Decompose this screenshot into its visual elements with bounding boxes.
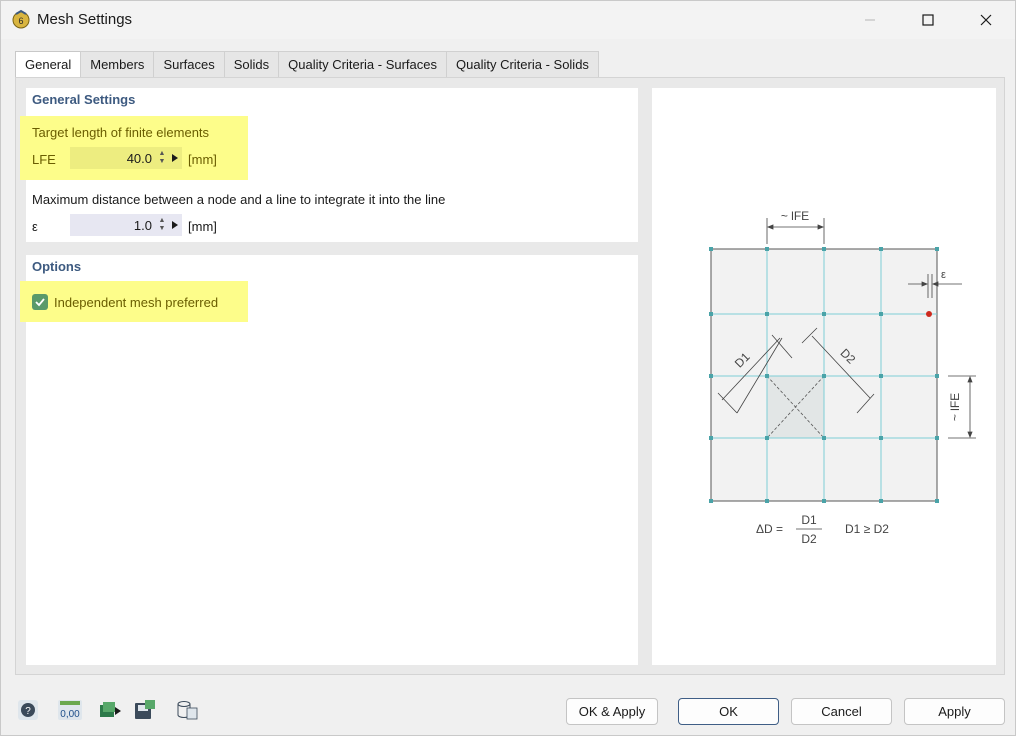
options-title: Options: [32, 259, 82, 274]
maximize-button[interactable]: [905, 1, 951, 39]
formula-numerator: D1: [801, 513, 817, 527]
save-button[interactable]: [131, 697, 159, 723]
help-button[interactable]: ?: [14, 697, 42, 723]
tab-solids[interactable]: Solids: [223, 51, 280, 77]
epsilon-spinner[interactable]: ▲ ▼: [156, 214, 168, 236]
tab-members[interactable]: Members: [80, 51, 155, 77]
formula-denominator: D2: [801, 532, 817, 546]
units-button[interactable]: 0,00: [56, 697, 84, 723]
maximize-icon: [922, 14, 934, 26]
checkmark-icon: [35, 298, 45, 307]
title-bar: 6 Mesh Settings: [1, 1, 1015, 39]
database-icon: [177, 701, 198, 720]
general-settings-title: General Settings: [32, 92, 136, 107]
bottom-bar: ? 0,00 OK & Apply OK Cancel Apply: [1, 687, 1015, 735]
help-icon: ?: [18, 700, 38, 720]
lfe-value: 40.0: [126, 150, 152, 166]
formula-condition: D1 ≥ D2: [845, 522, 889, 536]
options-panel: Options Independent mesh preferred: [20, 255, 638, 665]
lfe-menu-arrow[interactable]: [168, 147, 182, 169]
units-icon: 0,00: [58, 700, 82, 720]
lfe-unit: [mm]: [188, 152, 217, 167]
mesh-illustration-panel: ~ lFE ε ~ lFE D1 D2 ΔD = D1 D2 D1 ≥ D2: [652, 88, 996, 665]
general-settings-panel: General Settings Target length of finite…: [20, 88, 638, 242]
apply-to-model-icon: [100, 702, 121, 717]
top-dimension-label: ~ lFE: [781, 209, 809, 223]
independent-mesh-label: Independent mesh preferred: [54, 295, 219, 310]
independent-mesh-checkbox[interactable]: [32, 294, 48, 310]
tab-content: General Settings Target length of finite…: [15, 77, 1005, 675]
close-icon: [980, 14, 992, 26]
window-title: Mesh Settings: [37, 11, 133, 28]
tab-quality-criteria-surfaces[interactable]: Quality Criteria - Surfaces: [278, 51, 447, 77]
minimize-icon: [865, 19, 875, 21]
lfe-input[interactable]: 40.0 ▲ ▼: [70, 147, 182, 169]
tab-general[interactable]: General: [15, 51, 82, 78]
app-logo-icon: 6: [11, 9, 31, 29]
max-distance-label: Maximum distance between a node and a li…: [32, 192, 446, 207]
right-dimension-label: ~ lFE: [948, 393, 962, 421]
triangle-right-icon: [172, 221, 178, 229]
lfe-symbol: LFE: [32, 152, 56, 167]
svg-text:?: ?: [25, 706, 31, 717]
ok-apply-button[interactable]: OK & Apply: [566, 698, 658, 725]
close-button[interactable]: [963, 1, 1009, 39]
database-button[interactable]: [173, 697, 201, 723]
triangle-right-icon: [172, 154, 178, 162]
tab-bar: General Members Surfaces Solids Quality …: [15, 51, 599, 78]
minimize-button[interactable]: [847, 1, 893, 39]
svg-text:0,00: 0,00: [60, 709, 80, 720]
mesh-settings-window: 6 Mesh Settings General Members Surfaces…: [0, 0, 1016, 736]
epsilon-unit: [mm]: [188, 219, 217, 234]
tab-surfaces[interactable]: Surfaces: [153, 51, 225, 77]
cancel-button[interactable]: Cancel: [791, 698, 892, 725]
formula-lhs: ΔD =: [756, 522, 783, 536]
red-node: [926, 311, 932, 317]
save-icon: [135, 700, 155, 719]
target-length-label: Target length of finite elements: [32, 125, 210, 140]
epsilon-menu-arrow[interactable]: [168, 214, 182, 236]
tab-quality-criteria-solids[interactable]: Quality Criteria - Solids: [446, 51, 599, 77]
svg-text:6: 6: [18, 16, 23, 26]
apply-button[interactable]: Apply: [904, 698, 1005, 725]
epsilon-value: 1.0: [133, 217, 152, 233]
lfe-spinner[interactable]: ▲ ▼: [156, 147, 168, 169]
ok-button[interactable]: OK: [678, 698, 779, 725]
mesh-diagram: ~ lFE ε ~ lFE D1 D2 ΔD = D1 D2 D1 ≥ D2: [709, 209, 976, 546]
apply-to-model-button[interactable]: [97, 697, 125, 723]
epsilon-symbol: ε: [32, 219, 38, 234]
epsilon-input[interactable]: 1.0 ▲ ▼: [70, 214, 182, 236]
epsilon-diagram-label: ε: [941, 269, 946, 281]
